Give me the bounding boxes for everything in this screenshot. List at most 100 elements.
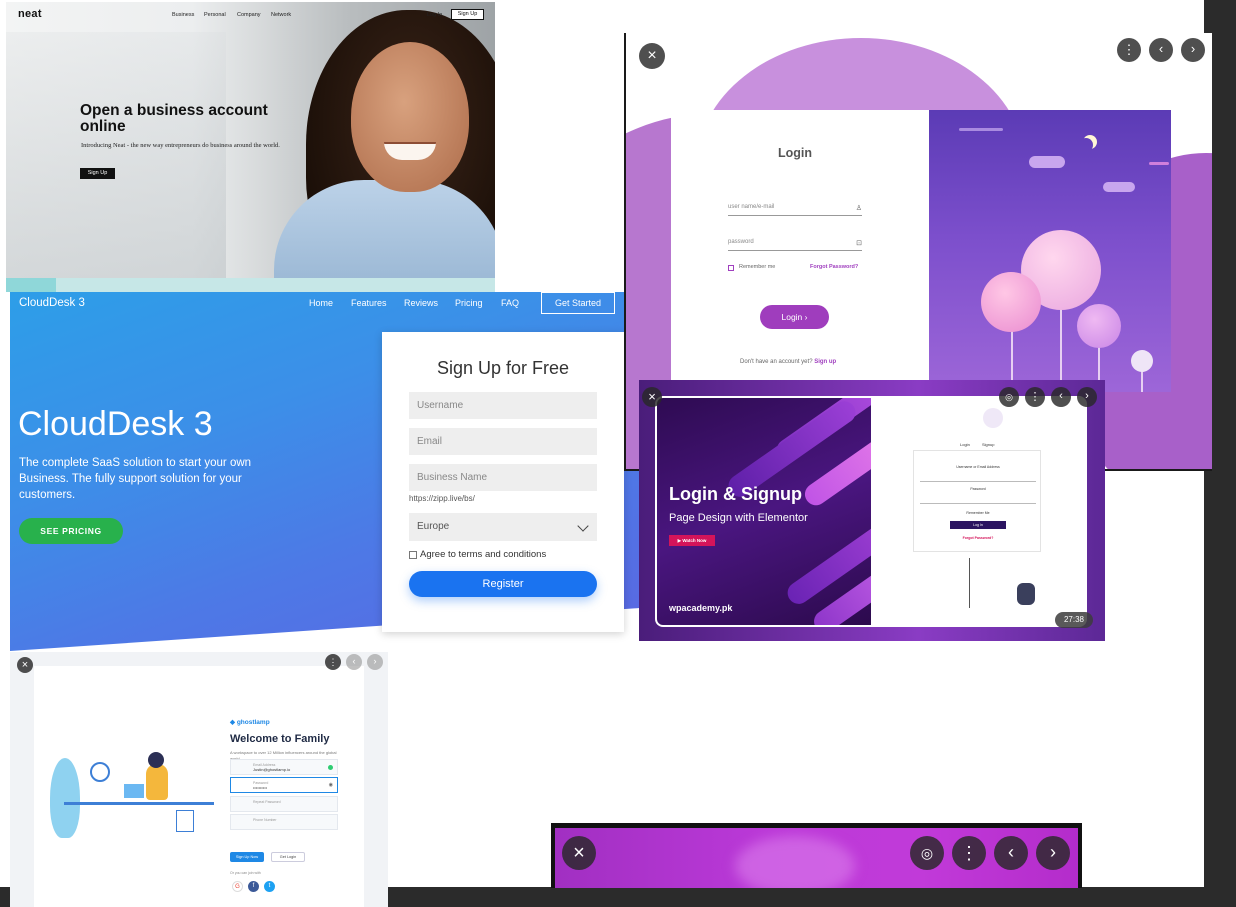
- welcome-title: Welcome to Family: [230, 733, 330, 745]
- close-icon[interactable]: ×: [642, 387, 662, 407]
- terms-checkbox[interactable]: [409, 551, 417, 559]
- next-icon[interactable]: ›: [1181, 38, 1205, 62]
- close-icon[interactable]: ×: [17, 657, 33, 673]
- register-button[interactable]: Register: [409, 571, 597, 597]
- video-frame: Login & Signup Page Design with Elemento…: [657, 398, 1085, 625]
- tab-signup[interactable]: Signup: [982, 442, 994, 447]
- lock-icon: ⊡: [856, 240, 862, 247]
- prev-icon[interactable]: ‹: [346, 654, 362, 670]
- username-line[interactable]: [920, 481, 1036, 482]
- blurred-preview-bar[interactable]: × ◎ ⋮ ‹ ›: [551, 823, 1082, 888]
- cloud-icon: [1103, 182, 1135, 192]
- close-icon[interactable]: ×: [639, 43, 665, 69]
- ghostlamp-thumbnail[interactable]: ◆ ghostlamp Welcome to Family A workspac…: [10, 652, 388, 907]
- nav-personal[interactable]: Personal: [204, 12, 226, 18]
- terms-label: Agree to terms and conditions: [420, 549, 547, 560]
- teal-strip-accent: [6, 278, 56, 292]
- person-head: [148, 752, 164, 768]
- nav-company[interactable]: Company: [237, 12, 261, 18]
- nav-network[interactable]: Network: [271, 12, 291, 18]
- next-icon[interactable]: ›: [1036, 836, 1070, 870]
- video-subtitle: Page Design with Elementor: [669, 512, 808, 524]
- clouddesk-thumbnail[interactable]: CloudDesk 3 Home Features Reviews Pricin…: [10, 292, 641, 651]
- username-input[interactable]: Username: [409, 392, 597, 419]
- password-label: Password: [970, 487, 986, 491]
- prev-icon[interactable]: ‹: [994, 836, 1028, 870]
- password-value: ••••••••••: [253, 785, 268, 790]
- tree-circle: [1077, 304, 1121, 348]
- teal-strip: [6, 278, 495, 292]
- desk-illustration: [64, 802, 214, 805]
- email-field[interactable]: Email Address Justin@ghostlamp.io: [230, 759, 338, 775]
- nav-business[interactable]: Business: [172, 12, 194, 18]
- chevron-down-icon: [577, 520, 589, 532]
- eye-icon[interactable]: ◉: [329, 782, 333, 788]
- elementor-video-thumbnail[interactable]: Login & Signup Page Design with Elemento…: [639, 380, 1105, 641]
- watch-now-label: Watch Now: [682, 538, 707, 543]
- no-account-label: Don't have an account yet?: [740, 359, 813, 365]
- password-line[interactable]: [920, 503, 1036, 504]
- nav-home[interactable]: Home: [309, 298, 333, 308]
- region-select[interactable]: Europe: [409, 513, 597, 541]
- forgot-link[interactable]: Forgot Password?: [914, 536, 1042, 540]
- neat-logo: neat: [18, 8, 42, 20]
- close-icon[interactable]: ×: [562, 836, 596, 870]
- signup-button[interactable]: Sign Up: [451, 9, 484, 20]
- email-value: Justin@ghostlamp.io: [253, 767, 291, 772]
- username-field[interactable]: user name/e-mail ♙: [728, 204, 862, 216]
- password-placeholder: password: [728, 239, 754, 245]
- more-icon[interactable]: ⋮: [952, 836, 986, 870]
- woman-face: [351, 42, 469, 192]
- person-illustration: [1017, 583, 1035, 605]
- watch-now-button[interactable]: ▶ Watch Now: [669, 535, 715, 546]
- next-icon[interactable]: ›: [1077, 387, 1097, 407]
- office-background: [6, 32, 226, 282]
- social-hint: Or you can join with: [230, 871, 261, 875]
- business-name-input[interactable]: Business Name: [409, 464, 597, 491]
- google-icon[interactable]: G: [232, 881, 243, 892]
- remember-label: Remember Me: [966, 511, 990, 515]
- facebook-icon[interactable]: f: [248, 881, 259, 892]
- login-form-card: Login user name/e-mail ♙ password ⊡ Reme…: [671, 110, 929, 392]
- user-icon: ♙: [855, 205, 862, 212]
- plant-illustration: [50, 758, 80, 838]
- phone-field[interactable]: Phone Number: [230, 814, 338, 830]
- forgot-password-link[interactable]: Forgot Password?: [810, 264, 858, 270]
- decor-line: [1149, 162, 1169, 165]
- hero-signup-button[interactable]: Sign Up: [80, 168, 115, 179]
- password-field[interactable]: Password •••••••••• ◉: [230, 777, 338, 793]
- next-icon[interactable]: ›: [367, 654, 383, 670]
- hero-description: The complete SaaS solution to start your…: [19, 457, 252, 501]
- remember-checkbox[interactable]: [728, 265, 734, 271]
- repeat-password-field[interactable]: Repeat Password: [230, 796, 338, 812]
- login-title: Login: [777, 146, 812, 160]
- nav-pricing[interactable]: Pricing: [455, 298, 483, 308]
- login-button-label: Login: [781, 312, 803, 322]
- login-link[interactable]: Log In: [427, 12, 442, 18]
- more-icon[interactable]: ⋮: [325, 654, 341, 670]
- nav-faq[interactable]: FAQ: [501, 298, 519, 308]
- mini-login-button[interactable]: Log In: [950, 521, 1006, 529]
- get-started-button[interactable]: Get Started: [541, 292, 615, 314]
- get-login-button[interactable]: Get Login: [271, 852, 305, 862]
- twitter-icon[interactable]: t: [264, 881, 275, 892]
- more-icon[interactable]: ⋮: [1025, 387, 1045, 407]
- fullscreen-icon[interactable]: ◎: [999, 387, 1019, 407]
- tab-login[interactable]: Login: [960, 442, 970, 447]
- nav-reviews[interactable]: Reviews: [404, 298, 438, 308]
- signup-link[interactable]: Sign up: [814, 359, 836, 365]
- prev-icon[interactable]: ‹: [1051, 387, 1071, 407]
- more-icon[interactable]: ⋮: [1117, 38, 1141, 62]
- neat-landing-thumbnail[interactable]: neat Business Personal Company Network L…: [6, 2, 495, 292]
- username-label: Username or Email Address: [956, 465, 1000, 469]
- login-button[interactable]: Login ›: [760, 305, 829, 329]
- signup-now-button[interactable]: Sign Up Now: [230, 852, 264, 862]
- password-field[interactable]: password ⊡: [728, 239, 862, 251]
- cloud-icon: [1029, 156, 1065, 168]
- fullscreen-icon[interactable]: ◎: [910, 836, 944, 870]
- hero-title: CloudDesk 3: [18, 405, 213, 443]
- see-pricing-button[interactable]: SEE PRICING: [19, 518, 123, 544]
- prev-icon[interactable]: ‹: [1149, 38, 1173, 62]
- nav-features[interactable]: Features: [351, 298, 387, 308]
- email-input[interactable]: Email: [409, 428, 597, 455]
